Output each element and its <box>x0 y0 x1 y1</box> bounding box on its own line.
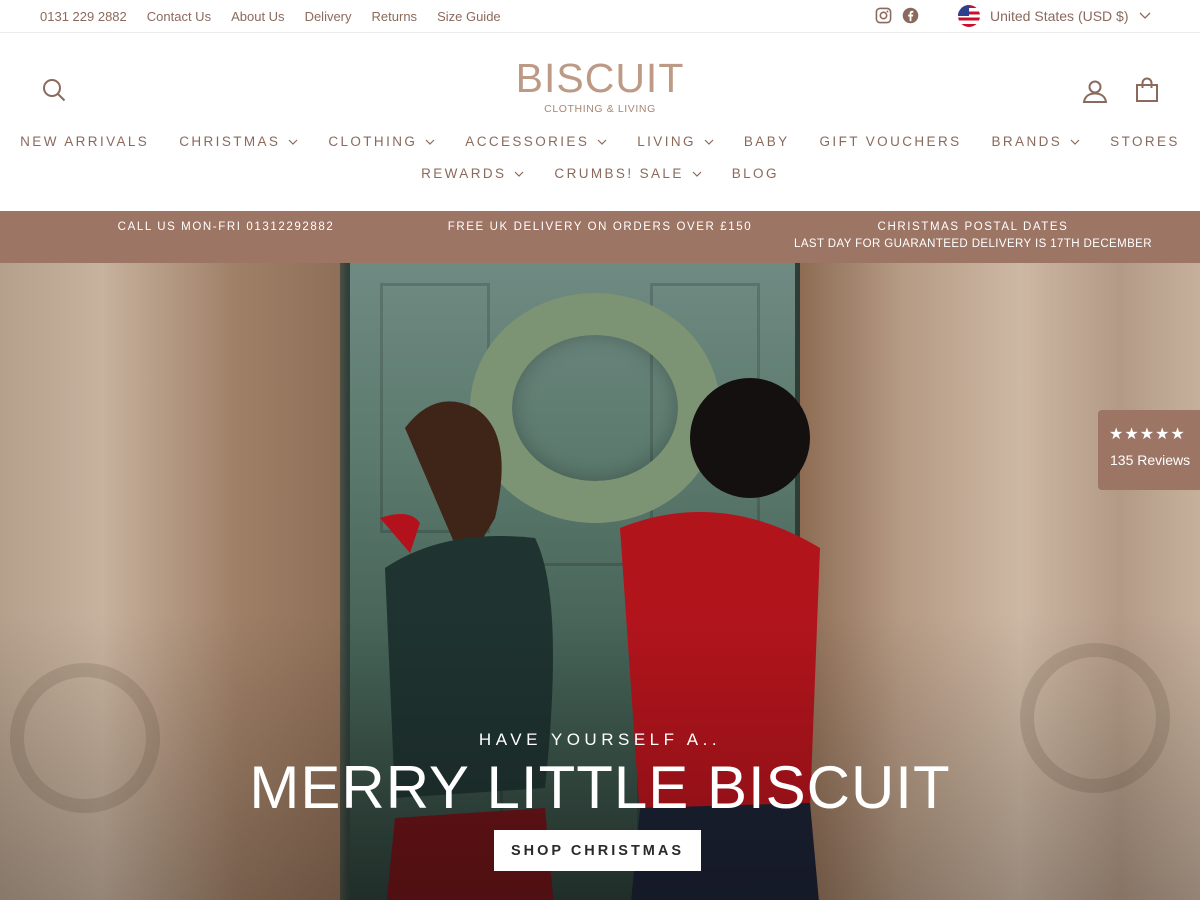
main-nav-row-2: REWARDS CRUMBS! SALE BLOG <box>0 166 1200 181</box>
nav-baby[interactable]: BABY <box>744 134 790 149</box>
nav-blog[interactable]: BLOG <box>732 166 779 181</box>
announcement-delivery[interactable]: FREE UK DELIVERY ON ORDERS OVER £150 <box>425 219 775 236</box>
nav-label: BABY <box>743 134 790 149</box>
chevron-down-icon <box>425 139 435 145</box>
nav-label: STORES <box>1110 134 1180 149</box>
reviews-badge[interactable]: ★★★★★ 135 Reviews <box>1098 410 1200 490</box>
nav-label: ACCESSORIES <box>465 134 590 149</box>
facebook-icon[interactable] <box>902 7 919 24</box>
us-flag-icon <box>958 5 980 27</box>
nav-crumbs-sale[interactable]: CRUMBS! SALE <box>554 166 702 181</box>
delivery-link[interactable]: Delivery <box>305 9 352 24</box>
utility-links: 0131 229 2882 Contact Us About Us Delive… <box>40 0 501 32</box>
currency-label: United States (USD $) <box>990 8 1129 24</box>
chevron-down-icon <box>692 171 702 177</box>
hero-headline: MERRY LITTLE BISCUIT <box>249 754 951 821</box>
reviews-count: 135 Reviews <box>1110 452 1191 468</box>
nav-label: GIFT VOUCHERS <box>819 134 962 149</box>
nav-label: REWARDS <box>421 166 507 181</box>
postal-title: CHRISTMAS POSTAL DATES <box>877 221 1069 233</box>
hero-eyebrow: HAVE YOURSELF A.. <box>478 730 722 749</box>
main-nav-row-1: NEW ARRIVALS CHRISTMAS CLOTHING ACCESSOR… <box>0 134 1200 149</box>
logo-wordmark: BISCUIT <box>515 55 685 101</box>
cart-icon[interactable] <box>1134 77 1160 103</box>
chevron-down-icon <box>704 139 714 145</box>
star-rating-icon: ★★★★★ <box>1109 426 1186 443</box>
nav-rewards[interactable]: REWARDS <box>421 166 524 181</box>
nav-label: CLOTHING <box>328 134 418 149</box>
nav-brands[interactable]: BRANDS <box>992 134 1081 149</box>
chevron-down-icon <box>1139 12 1150 19</box>
chevron-down-icon <box>597 139 607 145</box>
currency-selector[interactable]: United States (USD $) <box>958 5 1151 27</box>
nav-gift-vouchers[interactable]: GIFT VOUCHERS <box>820 134 962 149</box>
postal-detail: LAST DAY FOR GUARANTEED DELIVERY IS 17TH… <box>794 238 1152 250</box>
announcement-bar: CALL US MON-FRI 01312292882 FREE UK DELI… <box>0 211 1200 263</box>
logo-tagline: CLOTHING & LIVING <box>544 103 656 115</box>
nav-christmas[interactable]: CHRISTMAS <box>179 134 298 149</box>
chevron-down-icon <box>514 171 524 177</box>
nav-new-arrivals[interactable]: NEW ARRIVALS <box>20 134 149 149</box>
announcement-postal[interactable]: CHRISTMAS POSTAL DATES LAST DAY FOR GUAR… <box>793 219 1153 253</box>
returns-link[interactable]: Returns <box>372 9 418 24</box>
brand-logo[interactable]: BISCUIT CLOTHING & LIVING <box>500 57 700 115</box>
instagram-icon[interactable] <box>875 7 892 24</box>
size-guide-link[interactable]: Size Guide <box>437 9 501 24</box>
phone-link[interactable]: 0131 229 2882 <box>40 9 127 24</box>
nav-stores[interactable]: STORES <box>1110 134 1180 149</box>
nav-accessories[interactable]: ACCESSORIES <box>465 134 607 149</box>
shop-christmas-button[interactable]: SHOP CHRISTMAS <box>494 830 701 871</box>
nav-label: CHRISTMAS <box>179 134 281 149</box>
nav-label: BRANDS <box>991 134 1063 149</box>
nav-living[interactable]: LIVING <box>637 134 714 149</box>
search-icon[interactable] <box>42 78 66 102</box>
announcement-phone[interactable]: CALL US MON-FRI 01312292882 <box>60 219 392 236</box>
social-links <box>875 7 919 24</box>
site-header: BISCUIT CLOTHING & LIVING NEW ARRIVALS C… <box>0 33 1200 211</box>
nav-label: BLOG <box>731 166 779 181</box>
utility-bar: 0131 229 2882 Contact Us About Us Delive… <box>0 0 1200 33</box>
chevron-down-icon <box>288 139 298 145</box>
about-us-link[interactable]: About Us <box>231 9 284 24</box>
nav-label: CRUMBS! SALE <box>554 166 684 181</box>
hero-banner: HAVE YOURSELF A.. MERRY LITTLE BISCUIT S… <box>0 263 1200 900</box>
nav-label: LIVING <box>637 134 696 149</box>
chevron-down-icon <box>1070 139 1080 145</box>
contact-us-link[interactable]: Contact Us <box>147 9 211 24</box>
nav-label: NEW ARRIVALS <box>20 134 150 149</box>
account-icon[interactable] <box>1082 78 1108 104</box>
nav-clothing[interactable]: CLOTHING <box>328 134 435 149</box>
